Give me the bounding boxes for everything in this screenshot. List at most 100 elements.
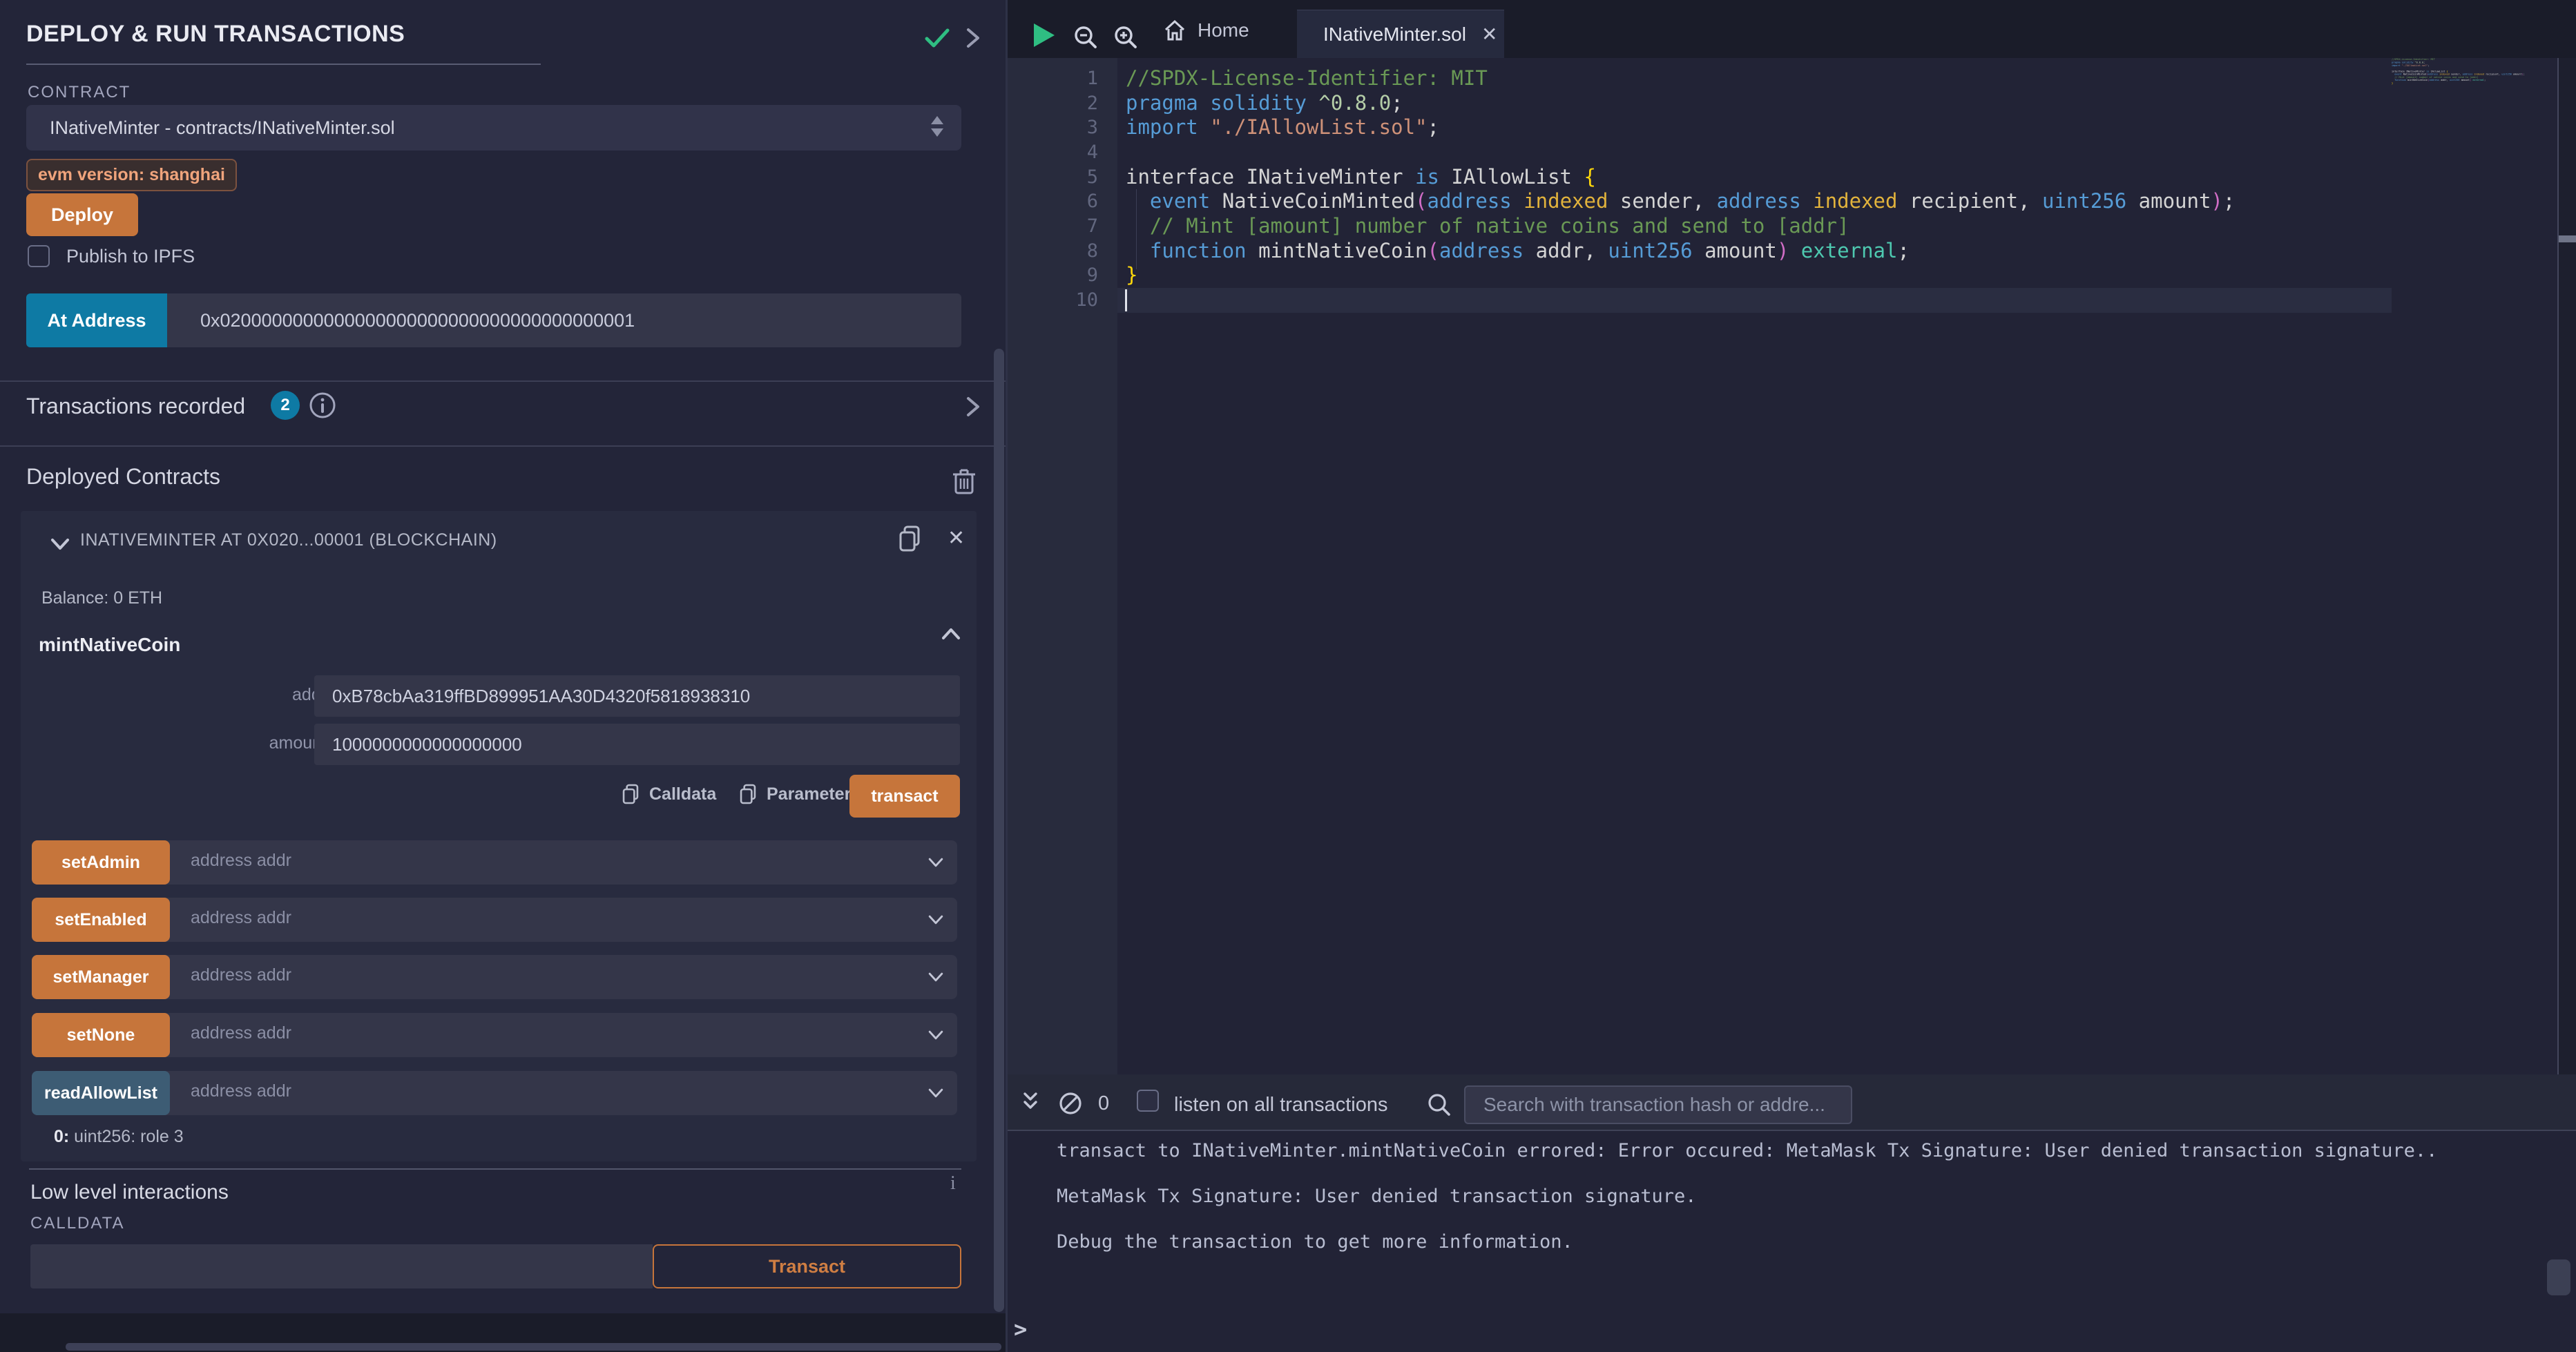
clear-deployed-trash-icon[interactable] [952, 467, 977, 496]
code-line[interactable]: event NativeCoinMinted(address indexed s… [1126, 189, 2235, 214]
param-label: addr: [207, 685, 331, 705]
code-lines[interactable]: //SPDX-License-Identifier: MITpragma sol… [1126, 66, 2235, 313]
terminal-log-line: Debug the transaction to get more inform… [1057, 1230, 2437, 1254]
line-number: 9 [1008, 263, 1117, 288]
deploy-button[interactable]: Deploy [26, 193, 138, 236]
panel-collapse-chevron-icon[interactable] [964, 26, 982, 50]
code-line[interactable]: // Mint [amount] number of native coins … [1126, 214, 2235, 239]
code-line[interactable]: interface INativeMinter is IAllowList { [1126, 165, 2235, 190]
setNone-expand-chevron-icon[interactable] [927, 1030, 945, 1041]
terminal-prompt[interactable]: > [1014, 1316, 1027, 1342]
code-line[interactable]: import "./IAllowList.sol"; [2392, 64, 2412, 67]
clear-console-ban-icon[interactable] [1058, 1091, 1083, 1116]
low-level-transact-button[interactable]: Transact [653, 1244, 961, 1288]
overview-ruler[interactable] [2559, 58, 2576, 1074]
publish-ipfs-row[interactable]: Publish to IPFS [28, 245, 195, 267]
panel-horizontal-scrollbar[interactable] [66, 1343, 1001, 1351]
select-sort-arrows-icon [931, 116, 943, 137]
readAllowList-arg-input[interactable]: address addr [191, 1081, 291, 1101]
transactions-recorded-label: Transactions recorded [26, 394, 245, 419]
contract-select[interactable]: INativeMinter - contracts/INativeMinter.… [26, 105, 961, 151]
zoom-in-icon[interactable] [1113, 25, 1138, 50]
code-line[interactable]: //SPDX-License-Identifier: MIT [1126, 66, 2235, 91]
function-row-setAdmin: setAdmin address addr [32, 840, 957, 885]
panel-vertical-scrollbar[interactable] [994, 349, 1004, 1312]
terminal-log-line: MetaMask Tx Signature: User denied trans… [1057, 1185, 2437, 1208]
code-line[interactable]: function mintNativeCoin(address addr, ui… [1126, 239, 2235, 264]
tab-home[interactable]: Home [1155, 14, 1258, 47]
transact-button[interactable]: transact [849, 775, 960, 818]
setNone-button[interactable]: setNone [32, 1013, 170, 1057]
overview-cursor-marker [2559, 235, 2576, 242]
transactions-info-icon[interactable] [308, 391, 337, 420]
divider [29, 1168, 961, 1170]
terminal-logs: transact to INativeMinter.mintNativeCoin… [1057, 1139, 2437, 1276]
terminal-search-input[interactable]: Search with transaction hash or addre... [1464, 1085, 1852, 1124]
listen-transactions-checkbox[interactable] [1137, 1090, 1159, 1112]
code-line[interactable] [1126, 140, 2235, 165]
function-row-readAllowList: readAllowList address addr [32, 1071, 957, 1115]
line-number: 7 [1008, 214, 1117, 239]
terminal-scrollbar-thumb[interactable] [2547, 1259, 2570, 1295]
readAllowList-expand-chevron-icon[interactable] [927, 1088, 945, 1099]
low-level-title: Low level interactions [30, 1181, 229, 1204]
param-input[interactable]: 1000000000000000000 [314, 724, 960, 765]
setNone-arg-input[interactable]: address addr [191, 1023, 291, 1043]
at-address-button[interactable]: At Address [26, 293, 167, 347]
parameters-copy-button[interactable]: Parameters [739, 783, 861, 805]
function-row-setNone: setNone address addr [32, 1013, 957, 1057]
setEnabled-arg-input[interactable]: address addr [191, 908, 291, 928]
contract-select-value: INativeMinter - contracts/INativeMinter.… [50, 117, 395, 139]
at-address-input[interactable]: 0x02000000000000000000000000000000000000… [167, 293, 961, 347]
setAdmin-button[interactable]: setAdmin [32, 840, 170, 885]
transactions-expand-chevron-icon[interactable] [964, 395, 982, 418]
run-script-play-icon[interactable] [1034, 23, 1055, 47]
code-line[interactable]: function mintNativeCoin(address addr, ui… [2392, 79, 2412, 81]
readAllowList-button[interactable]: readAllowList [32, 1071, 170, 1115]
param-row: amount:1000000000000000000 [0, 724, 956, 765]
call-output-value: uint256: role 3 [69, 1127, 183, 1146]
line-number: 5 [1008, 165, 1117, 190]
low-level-info-icon[interactable]: i [950, 1172, 956, 1195]
setManager-arg-input[interactable]: address addr [191, 965, 291, 985]
panel-title: DEPLOY & RUN TRANSACTIONS [26, 21, 405, 48]
contract-collapse-chevron-icon[interactable] [50, 537, 70, 551]
param-input[interactable]: 0xB78cbAa319ffBD899951AA30D4320f58189383… [314, 675, 960, 717]
setEnabled-expand-chevron-icon[interactable] [927, 914, 945, 925]
code-line[interactable]: import "./IAllowList.sol"; [1126, 115, 2235, 140]
terminal-search-icon [1427, 1092, 1452, 1117]
code-line[interactable]: pragma solidity ^0.8.0; [1126, 91, 2235, 116]
code-line[interactable] [1126, 288, 2235, 313]
function-row-setManager: setManager address addr [32, 955, 957, 999]
home-icon [1163, 19, 1186, 41]
publish-ipfs-checkbox[interactable] [28, 245, 50, 267]
calldata-copy-button[interactable]: Calldata [622, 783, 716, 805]
calldata-copy-label: Calldata [649, 784, 716, 804]
function-action-row: Calldata Parameters transact [41, 775, 960, 818]
line-number: 3 [1008, 115, 1117, 140]
copy-address-icon[interactable] [898, 525, 921, 552]
setEnabled-button[interactable]: setEnabled [32, 898, 170, 942]
setAdmin-expand-chevron-icon[interactable] [927, 857, 945, 868]
function-collapse-chevron-up-icon[interactable] [941, 627, 961, 641]
zoom-out-icon[interactable] [1073, 25, 1098, 50]
tab-close-icon[interactable]: ✕ [1481, 23, 1497, 46]
line-number: 10 [1008, 288, 1117, 313]
code-line[interactable] [2392, 85, 2412, 88]
tab-inativeminter[interactable]: INativeMinter.sol ✕ [1297, 10, 1504, 58]
code-line[interactable]: } [1126, 263, 2235, 288]
calldata-input[interactable] [30, 1244, 653, 1288]
editor-minimap[interactable]: //SPDX-License-Identifier: MITpragma sol… [2392, 58, 2557, 1074]
call-output-index: 0: [54, 1127, 69, 1146]
call-output: 0: uint256: role 3 [54, 1127, 184, 1147]
param-label: amount: [207, 733, 331, 753]
setManager-expand-chevron-icon[interactable] [927, 972, 945, 983]
remove-contract-close-icon[interactable]: ✕ [948, 526, 965, 550]
contract-instance-header[interactable]: INATIVEMINTER AT 0X020...00001 (BLOCKCHA… [80, 530, 497, 550]
editor-gutter: 12345678910 [1008, 58, 1117, 1074]
low-level-group: Transact [30, 1244, 961, 1288]
setManager-button[interactable]: setManager [32, 955, 170, 999]
deployed-contract-card [21, 511, 977, 1161]
terminal-expand-double-chevron-icon[interactable] [1019, 1090, 1041, 1116]
setAdmin-arg-input[interactable]: address addr [191, 851, 291, 871]
